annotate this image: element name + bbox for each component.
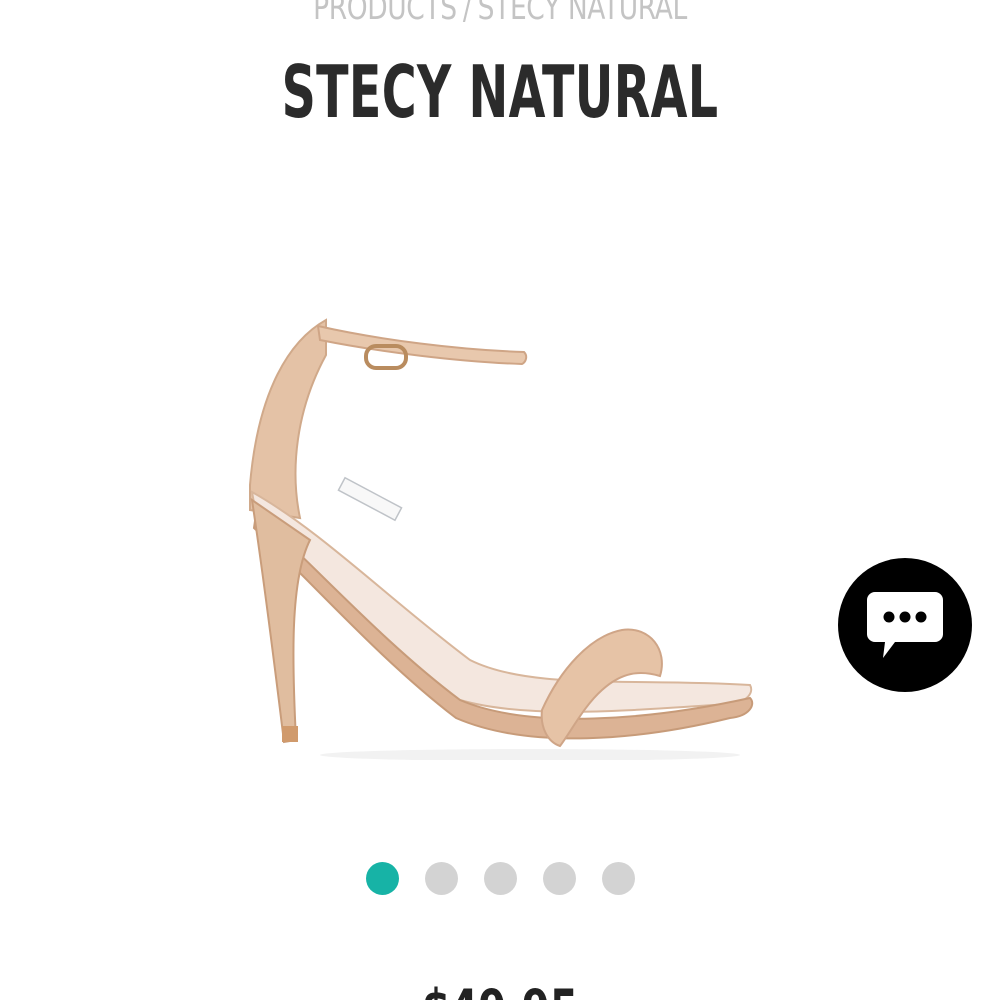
breadcrumb-separator: /: [462, 0, 472, 28]
ankle-strap: [316, 324, 528, 366]
brand-label: [337, 476, 403, 522]
page-title: STECY NATURAL: [281, 50, 719, 134]
heel-tip: [282, 726, 298, 742]
chat-bubble-icon: [867, 592, 943, 658]
stiletto-heel: [250, 497, 312, 744]
breadcrumb: PRODUCTS / STECY NATURAL: [110, 0, 890, 28]
shadow: [320, 749, 740, 760]
product-page: PRODUCTS / STECY NATURAL STECY NATURAL: [0, 0, 1000, 1000]
carousel-dot-1[interactable]: [365, 862, 399, 895]
carousel-dot-3[interactable]: [483, 862, 517, 895]
carousel-dot-2[interactable]: [424, 862, 458, 895]
heel-counter: [249, 318, 327, 520]
carousel-dot-5[interactable]: [601, 862, 635, 895]
breadcrumb-current: STECY NATURAL: [477, 0, 688, 28]
insole: [250, 490, 753, 713]
chat-button[interactable]: [838, 558, 972, 692]
product-price: $49.95: [125, 978, 875, 1000]
breadcrumb-products-link[interactable]: PRODUCTS: [313, 0, 457, 28]
carousel-indicators: [0, 862, 1000, 895]
carousel-dot-4[interactable]: [542, 862, 576, 895]
product-image[interactable]: [230, 300, 770, 760]
